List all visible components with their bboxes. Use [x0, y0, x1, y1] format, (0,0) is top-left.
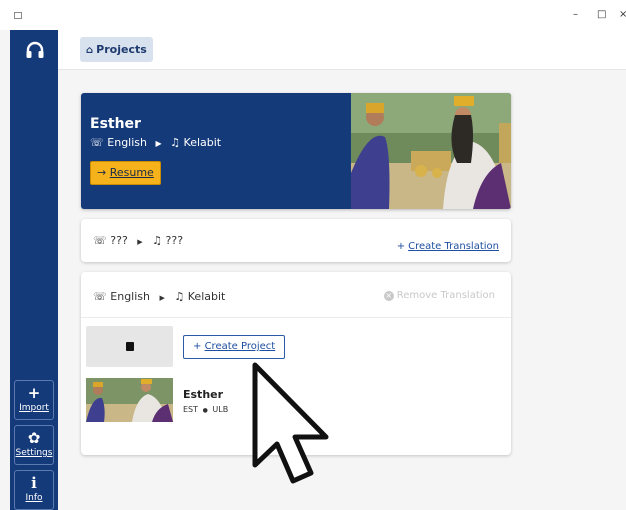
target-language-icon: ♫ — [152, 234, 163, 247]
headphones-icon[interactable] — [24, 39, 46, 61]
top-bar: ⌂ Projects — [58, 30, 626, 70]
source-language: ??? — [110, 234, 128, 247]
resume-button[interactable]: → Resume — [90, 161, 161, 185]
resume-label: Resume — [109, 166, 154, 179]
create-project-label: Create Project — [204, 341, 276, 352]
info-icon: i — [31, 474, 37, 492]
source-language: English — [107, 136, 147, 149]
breadcrumb-projects[interactable]: ⌂ Projects — [80, 37, 153, 62]
arrow-icon: → — [97, 166, 107, 179]
source-language: English — [110, 290, 150, 303]
info-label: Info — [25, 493, 43, 503]
minimize-button[interactable]: – — [573, 9, 578, 21]
plus-icon: + — [193, 341, 202, 352]
target-language-icon: ♫ — [174, 290, 185, 303]
plus-icon: + — [27, 384, 41, 402]
breadcrumb-label: Projects — [96, 43, 147, 56]
target-language-icon: ♫ — [170, 136, 181, 149]
project-meta: EST ● ULB — [183, 405, 228, 414]
arrow-right-icon: ▶ — [155, 139, 162, 148]
recent-project-title: Esther — [90, 116, 141, 132]
info-button[interactable]: i Info — [14, 470, 54, 510]
app-icon — [14, 12, 22, 19]
project-title[interactable]: Esther — [183, 388, 223, 401]
target-language: Kelabit — [187, 290, 226, 303]
source-language-icon: ☏ — [93, 290, 107, 303]
book-icon — [126, 342, 134, 351]
close-button[interactable]: × — [619, 9, 626, 21]
settings-label: Settings — [15, 448, 53, 458]
create-translation-label: Create Translation — [408, 241, 499, 252]
new-translation-languages: ☏ ??? ▶ ♫ ??? — [93, 234, 183, 247]
window-title-bar: – □ × — [0, 0, 626, 30]
recent-project-card: Esther ☏ English ▶ ♫ Kelabit → Resume — [81, 93, 511, 209]
book-code: EST — [183, 405, 199, 414]
project-artwork — [351, 93, 511, 209]
settings-button[interactable]: ✿ Settings — [14, 425, 54, 465]
import-label: Import — [19, 403, 49, 413]
translation-languages: ☏ English ▶ ♫ Kelabit — [93, 290, 225, 303]
sidebar: + Import ✿ Settings i Info — [10, 30, 58, 510]
meta-separator: ● — [202, 407, 208, 414]
remove-translation-label: Remove Translation — [396, 290, 495, 301]
remove-translation-button[interactable]: × Remove Translation — [383, 290, 495, 301]
create-project-button[interactable]: + Create Project — [183, 335, 286, 359]
divider — [81, 317, 511, 318]
arrow-right-icon: ▶ — [159, 294, 165, 302]
new-project-placeholder — [86, 326, 173, 367]
plus-icon: + — [396, 241, 406, 252]
project-thumbnail[interactable] — [86, 378, 173, 422]
recent-project-languages: ☏ English ▶ ♫ Kelabit — [90, 136, 221, 149]
home-icon: ⌂ — [86, 45, 94, 56]
app-window: – □ × + Import ✿ Settings i Info ⌂ Projec… — [0, 0, 626, 510]
new-translation-card: ☏ ??? ▶ ♫ ??? + Create Translation — [81, 219, 511, 262]
gear-icon: ✿ — [27, 429, 41, 447]
create-translation-button[interactable]: + Create Translation — [397, 234, 499, 253]
target-language: Kelabit — [183, 136, 222, 149]
mouse-pointer-icon — [252, 362, 329, 484]
arrow-right-icon: ▶ — [137, 238, 143, 246]
import-button[interactable]: + Import — [14, 380, 54, 420]
close-circle-icon: × — [383, 291, 394, 301]
resource-code: ULB — [212, 405, 229, 414]
maximize-button[interactable]: □ — [597, 9, 606, 21]
source-language-icon: ☏ — [90, 136, 104, 149]
source-language-icon: ☏ — [93, 234, 107, 247]
target-language: ??? — [165, 234, 184, 247]
